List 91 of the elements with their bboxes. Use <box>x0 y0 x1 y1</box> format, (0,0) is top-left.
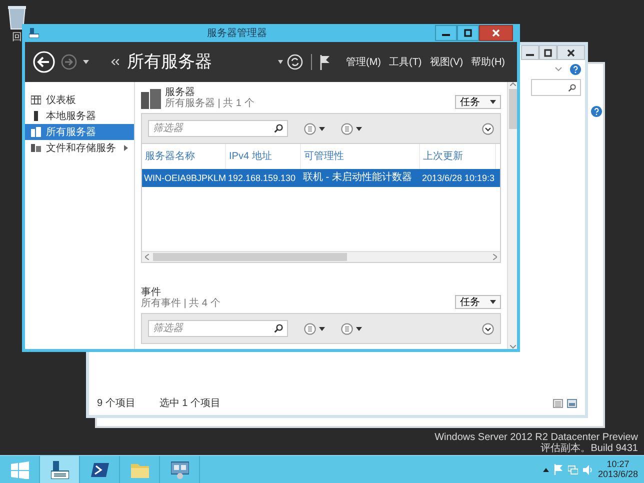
vertical-scrollbar[interactable] <box>507 82 517 349</box>
filter-field[interactable]: 筛选器 <box>148 320 288 337</box>
powershell-icon <box>90 460 108 478</box>
section-subtitle: 所有服务器 | 共 1 个 <box>165 98 254 109</box>
edition-text: Windows Server 2012 R2 Datacenter Preview <box>434 432 638 443</box>
search-field[interactable] <box>531 79 581 96</box>
caret-icon <box>319 326 325 330</box>
chevron-down-icon <box>482 322 494 334</box>
close-icon <box>492 29 500 37</box>
caret-icon <box>319 126 325 130</box>
expand-arrow-icon[interactable] <box>124 145 128 151</box>
flag-icon[interactable] <box>320 54 330 70</box>
scroll-right-icon <box>493 254 497 260</box>
circle-icon <box>304 322 316 334</box>
circle-icon <box>304 122 316 134</box>
start-icon <box>10 460 28 478</box>
circle-icon <box>341 322 353 334</box>
thumbnail-view-icon[interactable] <box>567 399 577 408</box>
filter-field[interactable]: 筛选器 <box>148 120 288 137</box>
circle-icon <box>341 122 353 134</box>
list-options-button[interactable] <box>304 322 325 334</box>
sidebar-item[interactable]: 仪表板 <box>25 92 134 108</box>
caret-icon[interactable] <box>278 60 283 64</box>
storage-icon <box>31 143 41 153</box>
sidebar-item[interactable]: 本地服务器 <box>25 108 134 124</box>
save-query-button[interactable] <box>341 322 362 334</box>
status-text: 选中 1 个项目 <box>159 396 220 411</box>
minimize-button[interactable] <box>521 45 539 60</box>
menu-item[interactable]: 视图(V) <box>426 54 468 70</box>
scrollbar-thumb[interactable] <box>153 252 347 261</box>
clock-date: 2013/6/28 <box>598 470 638 480</box>
caret-icon <box>356 326 362 330</box>
recycle-bin-label: 回 <box>12 31 22 45</box>
sidebar-item[interactable]: 文件和存储服务 <box>25 140 134 156</box>
scroll-down-icon <box>510 345 516 349</box>
caret-icon <box>490 100 496 104</box>
breadcrumb-chevron-icon <box>111 59 119 65</box>
close-icon <box>567 48 575 56</box>
expand-button[interactable] <box>482 322 494 334</box>
maximize-icon <box>464 29 472 37</box>
breadcrumb-title: 所有服务器 <box>127 51 212 74</box>
menu-item[interactable]: 工具(T) <box>384 54 426 70</box>
maximize-button[interactable] <box>457 25 479 41</box>
save-query-button[interactable] <box>341 122 362 134</box>
status-text: 9 个项目 <box>97 397 136 411</box>
section-title: 服务器 <box>165 87 196 98</box>
server-icon <box>31 111 41 121</box>
network-icon <box>170 460 188 478</box>
help-icon[interactable] <box>570 64 581 75</box>
scroll-left-icon <box>145 254 149 260</box>
search-icon <box>568 84 576 92</box>
maximize-icon <box>544 48 552 56</box>
close-button[interactable] <box>557 45 585 60</box>
sidebar-item[interactable]: 所有服务器 <box>25 124 134 140</box>
tray-expand-icon[interactable] <box>542 468 549 472</box>
server-manager-icon <box>50 460 68 478</box>
list-options-button[interactable] <box>304 122 325 134</box>
chevron-down-icon <box>482 122 494 134</box>
section-title: 事件 <box>141 287 161 298</box>
caret-icon[interactable] <box>83 60 89 64</box>
caret-icon <box>356 126 362 130</box>
app-icon <box>29 28 39 38</box>
refresh-icon[interactable] <box>286 54 303 70</box>
expand-button[interactable] <box>482 122 494 134</box>
minimize-button[interactable] <box>435 25 457 41</box>
tasks-button[interactable]: 任务 <box>455 95 501 109</box>
chevron-down-icon[interactable] <box>555 67 562 72</box>
help-icon[interactable] <box>591 106 602 117</box>
servers-icon <box>141 89 161 109</box>
scrollbar-thumb[interactable] <box>508 89 516 129</box>
search-icon <box>274 124 283 133</box>
table-row[interactable]: WIN-OEIA9BJPKLM 192.168.159.130 联机 - 未启动性能计数器 2013/6/28 10:19:3 <box>142 169 500 187</box>
taskbar-button[interactable] <box>40 456 80 483</box>
scroll-up-icon <box>510 82 516 86</box>
back-icon[interactable] <box>33 51 55 73</box>
horizontal-scrollbar[interactable] <box>142 250 500 262</box>
window-title: 服务器管理器 <box>206 26 268 40</box>
section-subtitle: 所有事件 | 共 4 个 <box>141 298 220 309</box>
edition-text: 评估副本。Build 9431 <box>540 443 638 454</box>
caret-icon <box>490 300 496 304</box>
menu-item[interactable]: 帮助(H) <box>467 54 509 70</box>
dashboard-icon <box>31 95 41 105</box>
search-icon <box>274 324 283 333</box>
maximize-button[interactable] <box>539 45 557 60</box>
close-button[interactable] <box>479 25 513 41</box>
menu-item[interactable]: 管理(M) <box>342 54 385 70</box>
forward-icon[interactable] <box>61 54 77 70</box>
clock-time: 10:27 <box>606 460 630 470</box>
servers-icon <box>31 127 41 137</box>
tasks-button[interactable]: 任务 <box>455 295 501 309</box>
recycle-bin-icon[interactable] <box>6 4 28 30</box>
